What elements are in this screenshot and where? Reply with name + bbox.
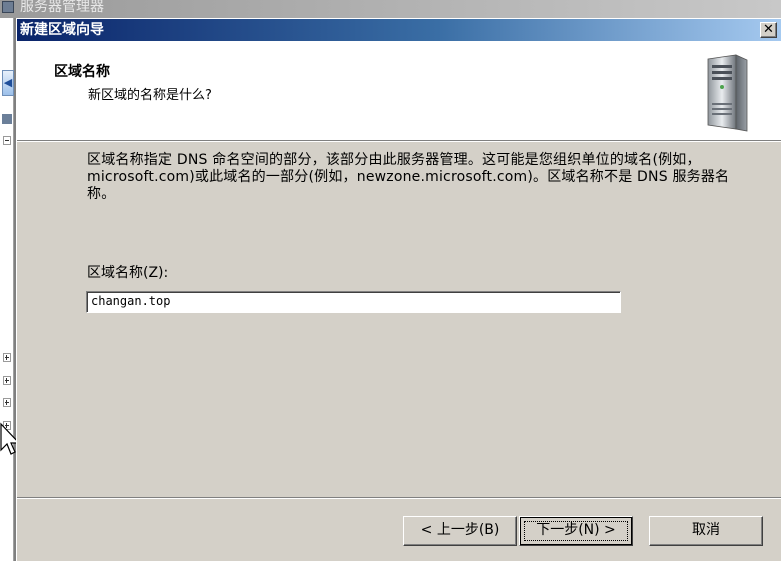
cancel-button[interactable]: 取消 — [649, 516, 763, 546]
parent-window-tree-pane: ◀ — [0, 18, 14, 561]
parent-window-title: 服务器管理器 — [20, 0, 104, 15]
close-button[interactable]: ✕ — [760, 22, 777, 38]
server-tower-icon — [707, 54, 748, 132]
tree-expand-icon[interactable] — [3, 376, 11, 385]
wizard-header: 区域名称 新区域的名称是什么? — [17, 41, 781, 142]
next-button[interactable]: 下一步(N) > — [519, 516, 633, 546]
page-subtitle: 新区域的名称是什么? — [88, 88, 212, 103]
tree-expand-icon[interactable] — [3, 353, 11, 362]
back-nav-icon[interactable]: ◀ — [2, 70, 14, 96]
new-zone-wizard-dialog: 新建区域向导 ✕ 区域名称 新区域的名称是什么? 区域名称指定 DNS 命名空间… — [16, 18, 781, 561]
tree-node-icon — [2, 114, 12, 124]
page-title: 区域名称 — [54, 64, 110, 80]
button-area-separator — [17, 497, 781, 499]
tree-expand-icon[interactable] — [3, 398, 11, 407]
dialog-titlebar[interactable]: 新建区域向导 ✕ — [17, 19, 781, 41]
close-icon: ✕ — [763, 22, 774, 37]
focus-rectangle — [524, 521, 628, 541]
zone-name-label: 区域名称(Z): — [87, 265, 169, 281]
zone-name-input[interactable]: changan.top — [86, 291, 621, 313]
tree-collapse-icon[interactable] — [3, 136, 11, 145]
wizard-description: 区域名称指定 DNS 命名空间的部分，该部分由此服务器管理。这可能是您组织单位的… — [87, 152, 730, 202]
dialog-title: 新建区域向导 — [20, 22, 104, 38]
back-button[interactable]: < 上一步(B) — [403, 516, 517, 546]
parent-window-titlebar: 服务器管理器 — [0, 0, 781, 18]
server-manager-app-icon — [2, 1, 14, 13]
